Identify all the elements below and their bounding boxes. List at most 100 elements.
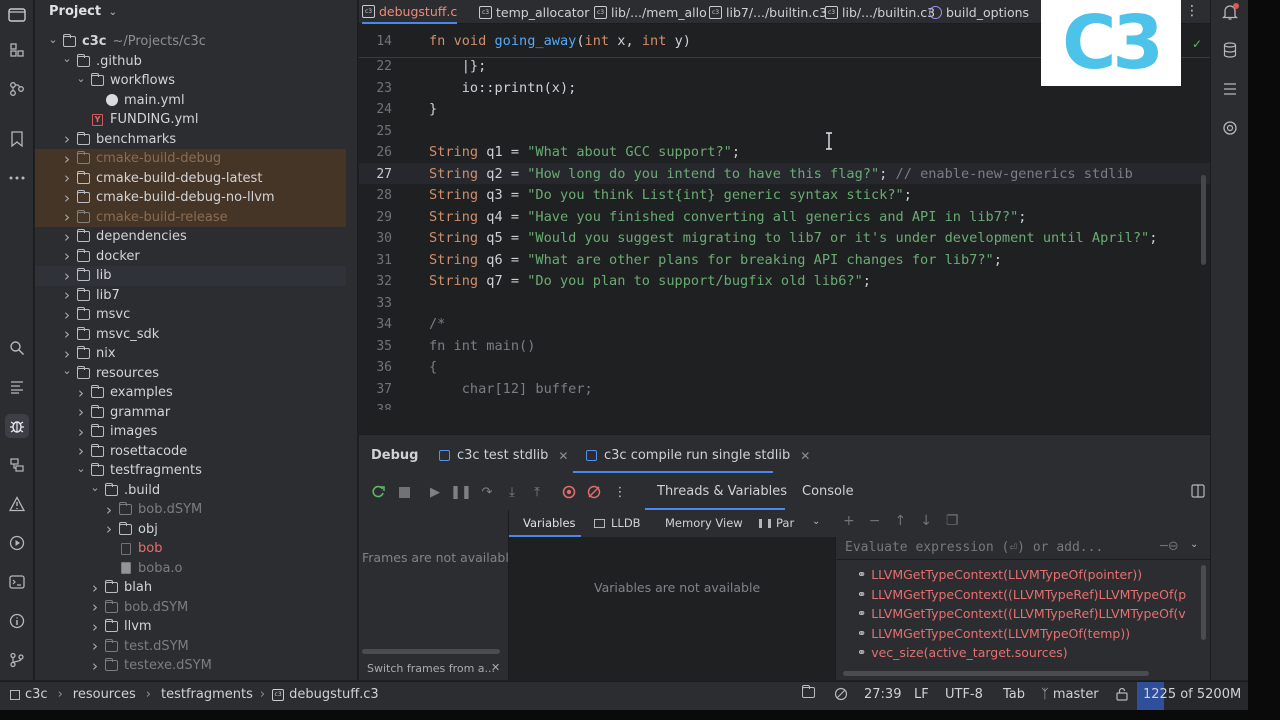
chevron-right-icon[interactable]: › [61, 286, 73, 304]
tree-item[interactable]: ⌄ .build [35, 481, 346, 501]
notifications-bell-icon[interactable] [1218, 0, 1242, 24]
tree-item[interactable]: › lib7 [35, 286, 346, 306]
tree-item[interactable]: › bob.dSYM [35, 500, 346, 520]
tree-item[interactable]: › msvc [35, 305, 346, 325]
chevron-right-icon[interactable]: › [61, 325, 73, 343]
editor-tab[interactable]: c3 lib/.../builtin.c3 [825, 0, 935, 24]
step-over-icon[interactable]: ↷ [478, 483, 496, 501]
tree-item[interactable]: › test.dSYM [35, 637, 346, 657]
folder-icon[interactable] [801, 685, 815, 698]
debug-bug-icon[interactable] [5, 414, 29, 438]
tree-item[interactable]: ⌄ workflows [35, 71, 346, 91]
editor-tab[interactable]: c3 lib7/.../builtin.c3 [709, 0, 827, 24]
chevron-right-icon[interactable]: › [89, 579, 101, 597]
tab-menu-icon[interactable]: ⋮ [1185, 3, 1199, 19]
chevron-right-icon[interactable]: › [89, 637, 101, 655]
watch-toolbar-icons[interactable]: +−↑↓❐ [843, 513, 972, 529]
line-separator[interactable]: LF [914, 687, 929, 702]
step-into-icon[interactable]: ⤓ [503, 483, 521, 501]
more-tools-icon[interactable] [5, 166, 29, 190]
tree-item[interactable]: main.yml [35, 91, 346, 111]
chevron-right-icon[interactable]: › [61, 130, 73, 148]
search-icon[interactable] [5, 336, 29, 360]
tree-item[interactable]: › llvm [35, 617, 346, 637]
more-options-icon[interactable]: ⋮ [611, 483, 629, 501]
chevron-right-icon[interactable]: › [89, 598, 101, 616]
structure-list-icon[interactable] [1218, 77, 1242, 101]
chevron-right-icon[interactable]: › [61, 267, 73, 285]
resume-icon[interactable]: ▶ [426, 483, 444, 501]
chevron-down-icon[interactable]: ⌄ [61, 364, 73, 377]
tree-item[interactable]: Y FUNDING.yml [35, 110, 346, 130]
terminal-icon[interactable] [5, 570, 29, 594]
tree-item[interactable]: › cmake-build-release [35, 207, 346, 227]
chevron-down-icon[interactable]: ⌄ [61, 52, 73, 65]
chevron-right-icon[interactable]: › [61, 150, 73, 168]
editor-scrollbar[interactable] [1201, 175, 1206, 265]
chevron-right-icon[interactable]: › [61, 247, 73, 265]
chevron-right-icon[interactable]: › [103, 501, 115, 519]
no-inspections-icon[interactable] [834, 687, 848, 701]
caret-position[interactable]: 27:39 [864, 687, 901, 702]
services-icon[interactable] [5, 453, 29, 477]
ai-assistant-icon[interactable] [1218, 116, 1242, 140]
editor-tab[interactable]: c3 temp_allocator [479, 0, 589, 24]
vcs-branch-icon[interactable] [5, 648, 29, 672]
tree-item[interactable]: › rosettacode [35, 442, 346, 462]
run-icon[interactable] [5, 531, 29, 555]
tree-item[interactable]: › nix [35, 344, 346, 364]
problems-warning-icon[interactable] [5, 492, 29, 516]
editor-tab[interactable]: c3 lib/.../mem_allo [594, 0, 707, 24]
tree-item[interactable]: › msvc_sdk [35, 325, 346, 345]
editor-tab[interactable]: c3 debugstuff.c [362, 0, 458, 24]
git-commit-icon[interactable] [5, 77, 29, 101]
chevron-right-icon[interactable]: › [61, 306, 73, 324]
file-encoding[interactable]: UTF-8 [945, 687, 983, 702]
tree-item[interactable]: › docker [35, 247, 346, 267]
tree-item[interactable]: ⌄ c3c ~/Projects/c3c [35, 32, 346, 52]
chevron-down-icon[interactable]: ⌄ [47, 33, 59, 46]
tree-item[interactable]: › grammar [35, 403, 346, 423]
editor-tab[interactable]: build_options [929, 0, 1029, 24]
lock-icon[interactable] [1116, 687, 1128, 701]
tab-threads-variables[interactable]: Threads & Variables [657, 484, 787, 499]
view-breakpoints-icon[interactable] [560, 483, 578, 501]
vcs-branch[interactable]: ᛉ master [1041, 687, 1099, 702]
tree-item[interactable]: › testexe.dSYM [35, 656, 346, 676]
chevron-right-icon[interactable]: › [75, 403, 87, 421]
tree-item[interactable]: boba.o [35, 559, 346, 579]
tab-console[interactable]: Console [802, 484, 854, 499]
tab-parallel-stacks[interactable]: Par [759, 516, 794, 530]
close-icon[interactable]: ✕ [558, 449, 568, 463]
chevron-right-icon[interactable]: › [61, 228, 73, 246]
chevron-right-icon[interactable]: › [75, 442, 87, 460]
tab-lldb[interactable]: LLDB [594, 516, 641, 530]
chevron-right-icon[interactable]: › [61, 345, 73, 363]
tree-item[interactable]: › dependencies [35, 227, 346, 247]
tree-item[interactable]: › lib [35, 266, 346, 286]
chevron-right-icon[interactable]: › [89, 618, 101, 636]
watch-item[interactable]: ⚭ LLVMGetTypeContext((LLVMTypeRef)LLVMTyp… [857, 587, 1186, 602]
text-align-icon[interactable] [5, 375, 29, 399]
rerun-icon[interactable] [369, 483, 387, 501]
tree-item[interactable]: › cmake-build-debug [35, 149, 346, 169]
tree-item[interactable]: › cmake-build-debug-no-llvm [35, 188, 346, 208]
breadcrumb-item[interactable]: testfragments [161, 687, 253, 702]
tree-item[interactable]: bob [35, 539, 346, 559]
chevron-down-icon[interactable]: ⌄ [812, 516, 820, 527]
tree-item[interactable]: › examples [35, 383, 346, 403]
frames-scrollbar[interactable] [362, 649, 500, 654]
chevron-down-icon[interactable]: ⌄ [89, 481, 101, 494]
chevron-right-icon[interactable]: › [103, 520, 115, 538]
close-icon[interactable]: ✕ [800, 449, 810, 463]
structure-icon[interactable] [5, 38, 29, 62]
info-icon[interactable] [5, 609, 29, 633]
tree-item[interactable]: ⌄ resources [35, 364, 346, 384]
chevron-down-icon[interactable]: ⌄ [75, 462, 87, 475]
indent-setting[interactable]: Tab [1003, 687, 1025, 702]
tree-item[interactable]: › benchmarks [35, 130, 346, 150]
database-icon[interactable] [1218, 38, 1242, 62]
project-toolwindow-icon[interactable] [5, 2, 29, 26]
add-watch-icon[interactable]: ─⊖ [1160, 539, 1179, 554]
breadcrumb-item[interactable]: c3c [25, 687, 48, 702]
